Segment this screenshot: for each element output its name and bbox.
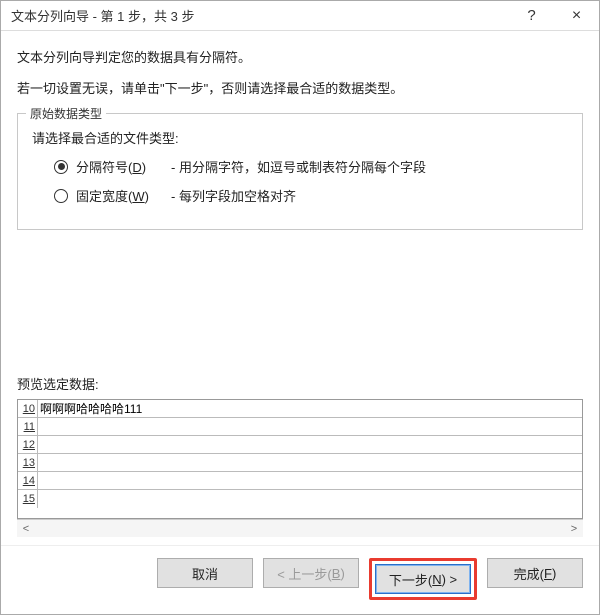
row-data: [38, 454, 582, 471]
radio-label: 固定宽度(W): [76, 186, 171, 205]
row-data: [38, 418, 582, 435]
row-number: 13: [18, 454, 38, 471]
preview-row: 14: [18, 472, 582, 490]
preview-rows: 10 啊啊啊哈哈哈哈111 11 12 13 14: [18, 400, 582, 518]
row-number: 15: [18, 490, 38, 508]
radio-fixed-width[interactable]: 固定宽度(W) - 每列字段加空格对齐: [54, 186, 568, 205]
help-button[interactable]: ?: [509, 1, 554, 31]
radio-label: 分隔符号(D): [76, 157, 171, 176]
radio-icon: [54, 189, 68, 203]
group-legend: 原始数据类型: [26, 105, 106, 122]
preview-row: 10 啊啊啊哈哈哈哈111: [18, 400, 582, 418]
group-prompt: 请选择最合适的文件类型:: [32, 128, 568, 147]
titlebar: 文本分列向导 - 第 1 步，共 3 步 ? ×: [1, 1, 599, 31]
row-number: 12: [18, 436, 38, 453]
preview-row: 12: [18, 436, 582, 454]
preview-box: 10 啊啊啊哈哈哈哈111 11 12 13 14: [17, 399, 583, 519]
row-number: 11: [18, 418, 38, 435]
next-button-highlight: 下一步(N) >: [369, 558, 477, 600]
radio-desc: - 每列字段加空格对齐: [171, 186, 296, 205]
cancel-button[interactable]: 取消: [157, 558, 253, 588]
row-number: 10: [18, 400, 38, 417]
dialog-title: 文本分列向导 - 第 1 步，共 3 步: [11, 6, 509, 25]
row-data: [38, 436, 582, 453]
row-data: [38, 490, 582, 508]
row-data: [38, 472, 582, 489]
close-button[interactable]: ×: [554, 1, 599, 31]
radio-delimited[interactable]: 分隔符号(D) - 用分隔字符，如逗号或制表符分隔每个字段: [54, 157, 568, 176]
row-data: 啊啊啊哈哈哈哈111: [38, 400, 582, 417]
radio-icon: [54, 160, 68, 174]
next-button[interactable]: 下一步(N) >: [375, 564, 471, 594]
text-to-columns-wizard-dialog: 文本分列向导 - 第 1 步，共 3 步 ? × 文本分列向导判定您的数据具有分…: [0, 0, 600, 615]
preview-row: 15: [18, 490, 582, 508]
original-data-type-group: 原始数据类型 请选择最合适的文件类型: 分隔符号(D) - 用分隔字符，如逗号或…: [17, 113, 583, 230]
scroll-right-icon[interactable]: >: [565, 523, 583, 535]
back-button[interactable]: < 上一步(B): [263, 558, 359, 588]
preview-row: 13: [18, 454, 582, 472]
radio-desc: - 用分隔字符，如逗号或制表符分隔每个字段: [171, 157, 426, 176]
preview-label: 预览选定数据:: [17, 374, 583, 393]
preview-row: 11: [18, 418, 582, 436]
scroll-left-icon[interactable]: <: [17, 523, 35, 535]
intro-text: 文本分列向导判定您的数据具有分隔符。: [17, 47, 583, 66]
row-number: 14: [18, 472, 38, 489]
finish-button[interactable]: 完成(F): [487, 558, 583, 588]
instruction-text: 若一切设置无误，请单击"下一步"，否则请选择最合适的数据类型。: [17, 78, 583, 97]
dialog-content: 文本分列向导判定您的数据具有分隔符。 若一切设置无误，请单击"下一步"，否则请选…: [1, 31, 599, 545]
button-row: 取消 < 上一步(B) 下一步(N) > 完成(F): [1, 545, 599, 614]
preview-scrollbar[interactable]: < >: [17, 519, 583, 537]
